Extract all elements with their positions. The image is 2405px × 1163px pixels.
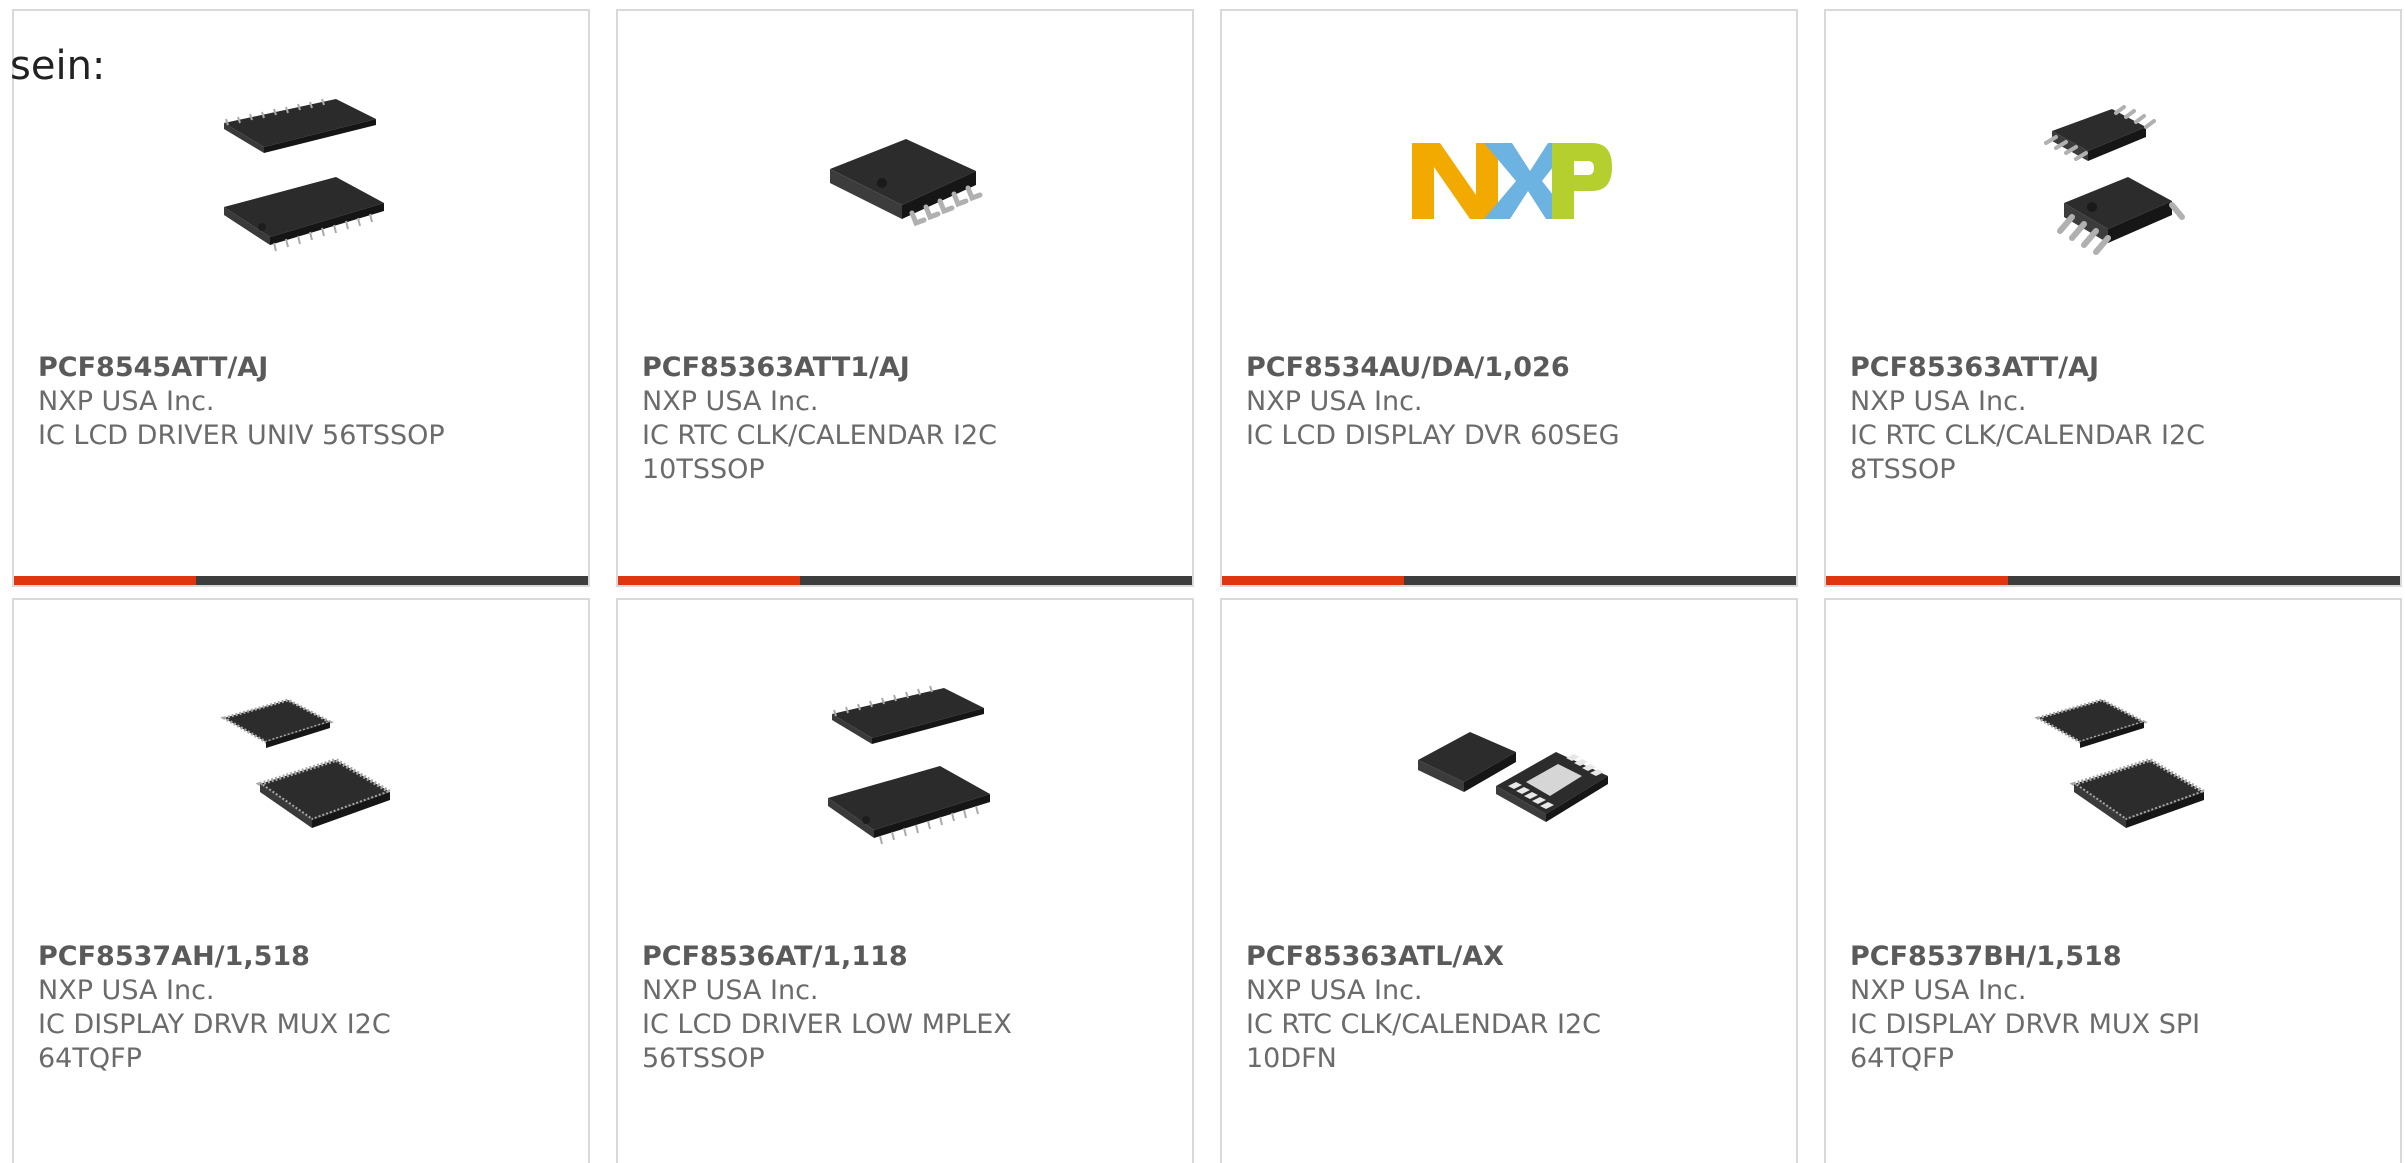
part-number[interactable]: PCF85363ATL/AX [1246,940,1766,974]
tqfp-twin-chip-image [220,698,395,828]
description: IC LCD DISPLAY DVR 60SEG [1246,420,1620,451]
tssop8-twin-chip-image [2044,105,2185,255]
accent-bar [1222,576,1404,585]
product-card[interactable]: PCF85363ATT1/AJ NXP USA Inc. IC RTC CLK/… [616,9,1194,587]
part-number[interactable]: PCF8545ATT/AJ [38,351,558,385]
part-number[interactable]: PCF8537BH/1,518 [1850,940,2370,974]
product-info: PCF8537BH/1,518 NXP USA Inc. IC DISPLAY … [1850,940,2370,1076]
product-info: PCF8534AU/DA/1,026 NXP USA Inc. IC LCD D… [1246,351,1766,453]
manufacturer: NXP USA Inc. [1246,975,1423,1006]
part-number[interactable]: PCF85363ATT1/AJ [642,351,1162,385]
description-line-2: 64TQFP [1850,1043,1954,1074]
description: IC DISPLAY DRVR MUX I2C [38,1009,391,1040]
product-image[interactable] [1412,670,1612,870]
accent-bar [14,576,196,585]
description: IC LCD DRIVER LOW MPLEX [642,1009,1012,1040]
product-info: PCF85363ATT/AJ NXP USA Inc. IC RTC CLK/C… [1850,351,2370,487]
product-card[interactable]: PCF8537BH/1,518 NXP USA Inc. IC DISPLAY … [1824,598,2402,1163]
product-card[interactable]: PCF8545ATT/AJ NXP USA Inc. IC LCD DRIVER… [12,9,590,587]
part-number[interactable]: PCF8534AU/DA/1,026 [1246,351,1766,385]
description: IC RTC CLK/CALENDAR I2C [642,420,997,451]
product-info: PCF85363ATT1/AJ NXP USA Inc. IC RTC CLK/… [642,351,1162,487]
product-info: PCF8545ATT/AJ NXP USA Inc. IC LCD DRIVER… [38,351,558,453]
card-bottom-bar [1222,576,1796,585]
accent-bar [1826,576,2008,585]
manufacturer: NXP USA Inc. [38,386,215,417]
description-line-2: 10DFN [1246,1043,1337,1074]
description: IC RTC CLK/CALENDAR I2C [1850,420,2205,451]
card-bottom-bar [618,576,1192,585]
tssop10-chip-image [830,139,983,227]
product-info: PCF85363ATL/AX NXP USA Inc. IC RTC CLK/C… [1246,940,1766,1076]
page: sein: PCF8545ATT/AJ NXP USA Inc. IC LCD … [0,0,2405,1163]
tssop-twin-chip-image [224,98,384,252]
manufacturer: NXP USA Inc. [1850,386,2027,417]
description-line-2: 10TSSOP [642,454,765,485]
product-image[interactable] [2016,81,2216,281]
product-card[interactable]: PCF85363ATL/AX NXP USA Inc. IC RTC CLK/C… [1220,598,1798,1163]
card-bottom-bar [14,576,588,585]
description-line-2: 56TSSOP [642,1043,765,1074]
manufacturer: NXP USA Inc. [1850,975,2027,1006]
part-number[interactable]: PCF8536AT/1,118 [642,940,1162,974]
description: IC LCD DRIVER UNIV 56TSSOP [38,420,445,451]
dfn-twin-chip-image [1418,732,1608,822]
tqfp-twin-chip-image [2034,698,2209,828]
card-bottom-bar [1826,576,2400,585]
description: IC DISPLAY DRVR MUX SPI [1850,1009,2201,1040]
manufacturer: NXP USA Inc. [1246,386,1423,417]
accent-bar [618,576,800,585]
product-image[interactable] [204,670,404,870]
part-number[interactable]: PCF85363ATT/AJ [1850,351,2370,385]
nxp-logo [1412,143,1612,219]
product-image[interactable] [204,81,404,281]
product-card[interactable]: PCF8537AH/1,518 NXP USA Inc. IC DISPLAY … [12,598,590,1163]
product-info: PCF8536AT/1,118 NXP USA Inc. IC LCD DRIV… [642,940,1162,1076]
description-line-2: 8TSSOP [1850,454,1956,485]
intro-text: sein: [10,43,106,89]
product-card[interactable]: PCF85363ATT/AJ NXP USA Inc. IC RTC CLK/C… [1824,9,2402,587]
product-card[interactable]: PCF8534AU/DA/1,026 NXP USA Inc. IC LCD D… [1220,9,1798,587]
product-info: PCF8537AH/1,518 NXP USA Inc. IC DISPLAY … [38,940,558,1076]
manufacturer: NXP USA Inc. [642,386,819,417]
tssop-twin-chip-image [828,685,990,845]
description-line-2: 64TQFP [38,1043,142,1074]
product-image[interactable] [808,670,1008,870]
product-image[interactable] [2016,670,2216,870]
description: IC RTC CLK/CALENDAR I2C [1246,1009,1601,1040]
manufacturer: NXP USA Inc. [38,975,215,1006]
product-image[interactable] [808,81,1008,281]
product-image[interactable] [1412,81,1612,281]
part-number[interactable]: PCF8537AH/1,518 [38,940,558,974]
manufacturer: NXP USA Inc. [642,975,819,1006]
product-card[interactable]: PCF8536AT/1,118 NXP USA Inc. IC LCD DRIV… [616,598,1194,1163]
